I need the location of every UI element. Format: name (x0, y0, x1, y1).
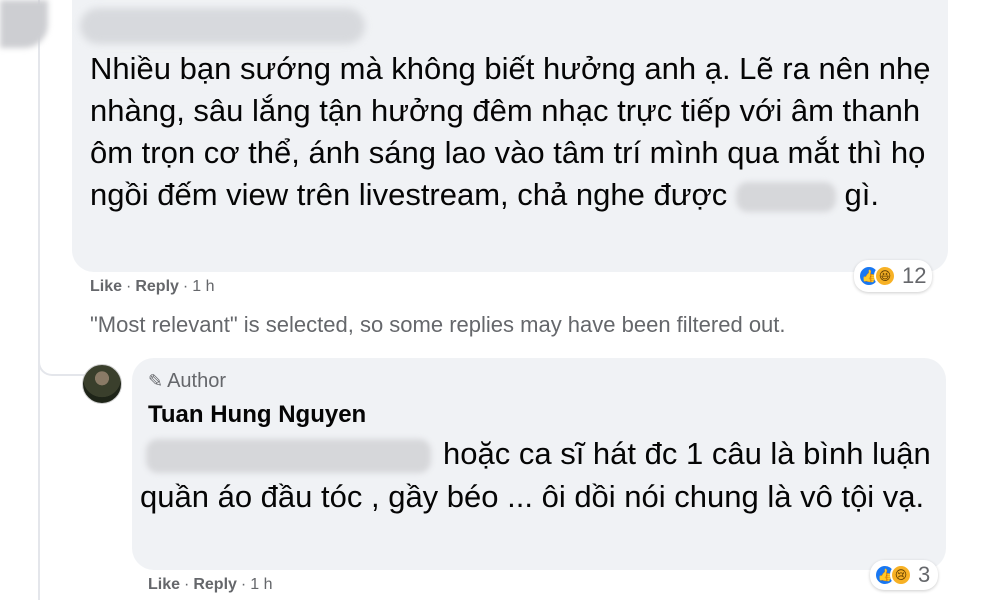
reaction-summary[interactable]: 👍 😢 3 (870, 560, 939, 590)
sad-icon: 😢 (890, 564, 912, 586)
timestamp[interactable]: 1 h (192, 278, 214, 296)
reply-actions: Like · Reply · 1 h (148, 576, 273, 594)
reaction-summary[interactable]: 👍 😆 12 (854, 260, 933, 292)
reply-link[interactable]: Reply (193, 576, 237, 594)
comment-text: Nhiều bạn sướng mà không biết hưởng anh … (90, 48, 940, 216)
pencil-icon: ✎ (148, 371, 164, 391)
reply-text: hoặc ca sĩ hát đc 1 câu là bình luận quầ… (140, 432, 940, 518)
reply-link[interactable]: Reply (135, 278, 179, 296)
like-link[interactable]: Like (148, 576, 180, 594)
avatar[interactable] (82, 364, 122, 404)
dot-separator: · (240, 576, 247, 593)
reaction-count: 12 (902, 263, 927, 288)
dot-separator: · (126, 278, 132, 295)
dot-separator: · (182, 278, 189, 295)
dot-separator: · (184, 576, 190, 593)
like-link[interactable]: Like (90, 278, 122, 296)
comment-text-end: gì. (844, 177, 879, 212)
author-badge-label: Author (167, 370, 227, 392)
filter-note: "Most relevant" is selected, so some rep… (90, 312, 786, 337)
redacted-word (735, 181, 836, 212)
thread-line (38, 0, 40, 600)
reply-connector (38, 352, 86, 376)
reply-author-name[interactable]: Tuan Hung Nguyen (148, 401, 366, 429)
commenter-name-blurred[interactable] (80, 8, 365, 44)
reaction-count: 3 (918, 562, 931, 587)
timestamp[interactable]: 1 h (250, 576, 272, 594)
author-badge: ✎ Author (148, 370, 226, 393)
comment-actions: Like · Reply · 1 h (90, 278, 215, 296)
redacted-mention (146, 438, 431, 473)
haha-icon: 😆 (874, 265, 896, 287)
commenter-avatar-blurred[interactable] (0, 0, 48, 48)
